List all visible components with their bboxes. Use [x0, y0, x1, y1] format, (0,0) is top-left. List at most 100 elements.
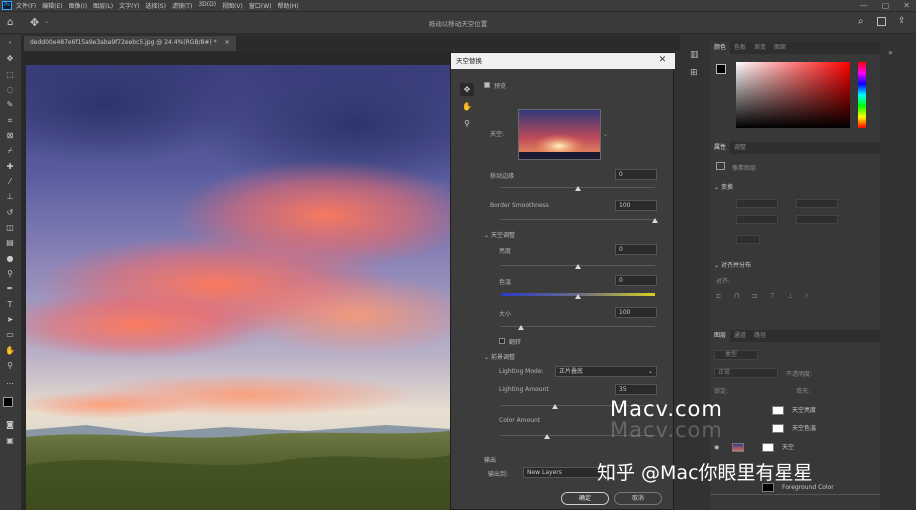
temperature-input[interactable]: 0 — [615, 275, 657, 286]
blend-mode-select[interactable]: 正常 — [714, 368, 778, 378]
align-center-icon[interactable]: ⊓ — [734, 292, 739, 300]
sky-landscape-image[interactable] — [26, 65, 450, 510]
lighting-amount-slider[interactable] — [551, 404, 558, 409]
type-tool-icon[interactable]: T — [3, 299, 17, 310]
brush-tool-icon[interactable]: ⁄ — [3, 176, 17, 187]
preview-checkbox[interactable] — [484, 82, 490, 88]
lighting-mode-select[interactable]: 正片叠底 ⌄ — [555, 366, 657, 377]
align-middle-icon[interactable]: ⊥ — [787, 292, 793, 300]
maximize-button[interactable]: ▢ — [882, 1, 890, 10]
close-window-button[interactable]: ✕ — [903, 1, 910, 10]
menu-item[interactable]: 视图(V) — [222, 1, 243, 10]
shift-edge-slider[interactable] — [575, 186, 581, 191]
menu-item[interactable]: 3D(D) — [198, 1, 216, 10]
hand-tool-icon[interactable]: ✋ — [3, 345, 17, 356]
foreground-color-swatch[interactable] — [3, 397, 13, 407]
angle-field[interactable] — [736, 235, 760, 244]
share-icon[interactable]: ⇪ — [898, 16, 906, 26]
eraser-tool-icon[interactable]: ◫ — [3, 222, 17, 233]
layer-row[interactable]: 天空亮度 — [710, 403, 880, 418]
border-smoothness-slider[interactable] — [652, 218, 658, 223]
rectangle-tool-icon[interactable]: ▭ — [3, 329, 17, 340]
history-brush-icon[interactable]: ↺ — [3, 207, 17, 218]
menu-item[interactable]: 选择(S) — [145, 1, 166, 10]
hue-slider[interactable] — [858, 62, 866, 128]
scale-input[interactable]: 100 — [615, 307, 657, 318]
color-picker-field[interactable] — [736, 62, 850, 128]
brightness-slider[interactable] — [575, 264, 581, 269]
tab-layers[interactable]: 图层 — [710, 330, 731, 342]
shift-edge-input[interactable]: 0 — [615, 169, 657, 180]
tab-adjustments[interactable]: 调整 — [730, 142, 750, 154]
blur-tool-icon[interactable]: ● — [3, 253, 17, 264]
minimize-button[interactable]: — — [860, 1, 868, 10]
quick-mask-icon[interactable]: ◙ — [3, 419, 17, 430]
close-icon[interactable]: ✕ — [657, 55, 668, 66]
flip-checkbox[interactable] — [499, 338, 505, 344]
tab-swatches[interactable]: 色板 — [730, 42, 750, 54]
lighting-amount-input[interactable]: 35 — [615, 384, 657, 395]
search-icon[interactable]: ⌕ — [858, 16, 864, 27]
sky-dropdown-chevron-icon[interactable]: ⌄ — [603, 131, 608, 138]
align-bottom-icon[interactable]: ⊦ — [805, 292, 809, 300]
sky-preset-thumbnail[interactable] — [518, 109, 601, 160]
cancel-button[interactable]: 取消 — [614, 492, 662, 505]
path-select-icon[interactable]: ➤ — [3, 314, 17, 325]
more-tools-icon[interactable]: … — [3, 376, 17, 387]
menu-item[interactable]: 帮助(H) — [278, 1, 299, 10]
border-smoothness-input[interactable]: 100 — [615, 200, 657, 211]
align-left-icon[interactable]: ⊏ — [716, 292, 722, 300]
crop-tool-icon[interactable]: ⌗ — [3, 115, 17, 126]
temperature-slider[interactable] — [575, 294, 581, 299]
history-icon[interactable]: ▥ — [690, 50, 699, 60]
tab-color[interactable]: 颜色 — [710, 42, 731, 54]
width-field[interactable] — [736, 199, 778, 208]
pen-tool-icon[interactable]: ✒ — [3, 283, 17, 294]
scale-slider[interactable] — [518, 325, 525, 330]
screen-mode-icon[interactable]: ▣ — [3, 435, 17, 446]
menu-item[interactable]: 窗口(W) — [249, 1, 272, 10]
menu-item[interactable]: 文件(F) — [16, 1, 36, 10]
align-header[interactable]: ⌄ 对齐并分布 — [714, 260, 751, 269]
foreground-adjust-header[interactable]: ⌄ 前景调整 — [484, 352, 515, 361]
panel-collapse-icon[interactable]: » — [888, 48, 893, 57]
eyedropper-tool-icon[interactable]: ⌿ — [3, 145, 17, 156]
tab-paths[interactable]: 路径 — [750, 330, 770, 342]
y-field[interactable] — [796, 215, 838, 224]
foreground-swatch[interactable] — [716, 64, 726, 74]
zoom-tool-icon[interactable]: ⚲ — [460, 117, 474, 130]
tab-properties[interactable]: 属性 — [710, 142, 731, 154]
menu-item[interactable]: 编辑(E) — [42, 1, 62, 10]
x-field[interactable] — [796, 199, 838, 208]
document-tab[interactable]: dedd00e487e6f15a9e3aba9f72eebc5.jpg @ 24… — [24, 36, 236, 51]
marquee-tool-icon[interactable]: ⬚ — [3, 69, 17, 80]
menu-item[interactable]: 图像(I) — [69, 1, 87, 10]
properties-icon[interactable]: ⊞ — [690, 68, 698, 78]
zoom-tool-icon[interactable]: ⚲ — [3, 360, 17, 371]
brightness-input[interactable]: 0 — [615, 244, 657, 255]
quick-select-tool-icon[interactable]: ✎ — [3, 99, 17, 110]
frame-tool-icon[interactable]: ⊠ — [3, 130, 17, 141]
eye-icon[interactable]: ◉ — [714, 440, 719, 455]
tab-patterns[interactable]: 图案 — [770, 42, 790, 54]
workspace-icon[interactable] — [877, 17, 886, 26]
menu-item[interactable]: 滤镜(T) — [172, 1, 192, 10]
height-field[interactable] — [736, 215, 778, 224]
layer-row[interactable]: ◉ 天空 — [710, 440, 880, 455]
sky-move-tool-icon[interactable]: ✥ — [460, 83, 474, 96]
layer-row[interactable]: 天空色温 — [710, 421, 880, 436]
close-tab-icon[interactable]: × — [225, 39, 230, 46]
move-tool-icon[interactable]: ✥ — [3, 53, 17, 64]
menu-item[interactable]: 文字(Y) — [119, 1, 139, 10]
transform-header[interactable]: ⌄ 变换 — [714, 182, 733, 191]
lasso-tool-icon[interactable]: ◌ — [3, 84, 17, 95]
dodge-tool-icon[interactable]: ⚲ — [3, 268, 17, 279]
clone-stamp-icon[interactable]: ⊥ — [3, 191, 17, 202]
color-amount-slider[interactable] — [544, 434, 551, 439]
ok-button[interactable]: 确定 — [561, 492, 609, 505]
healing-brush-icon[interactable]: ✚ — [3, 161, 17, 172]
tab-gradients[interactable]: 渐变 — [750, 42, 770, 54]
toolbar-collapse-icon[interactable]: » — [3, 38, 17, 49]
sky-brush-tool-icon[interactable]: ✋ — [460, 100, 474, 113]
menu-item[interactable]: 图层(L) — [93, 1, 113, 10]
